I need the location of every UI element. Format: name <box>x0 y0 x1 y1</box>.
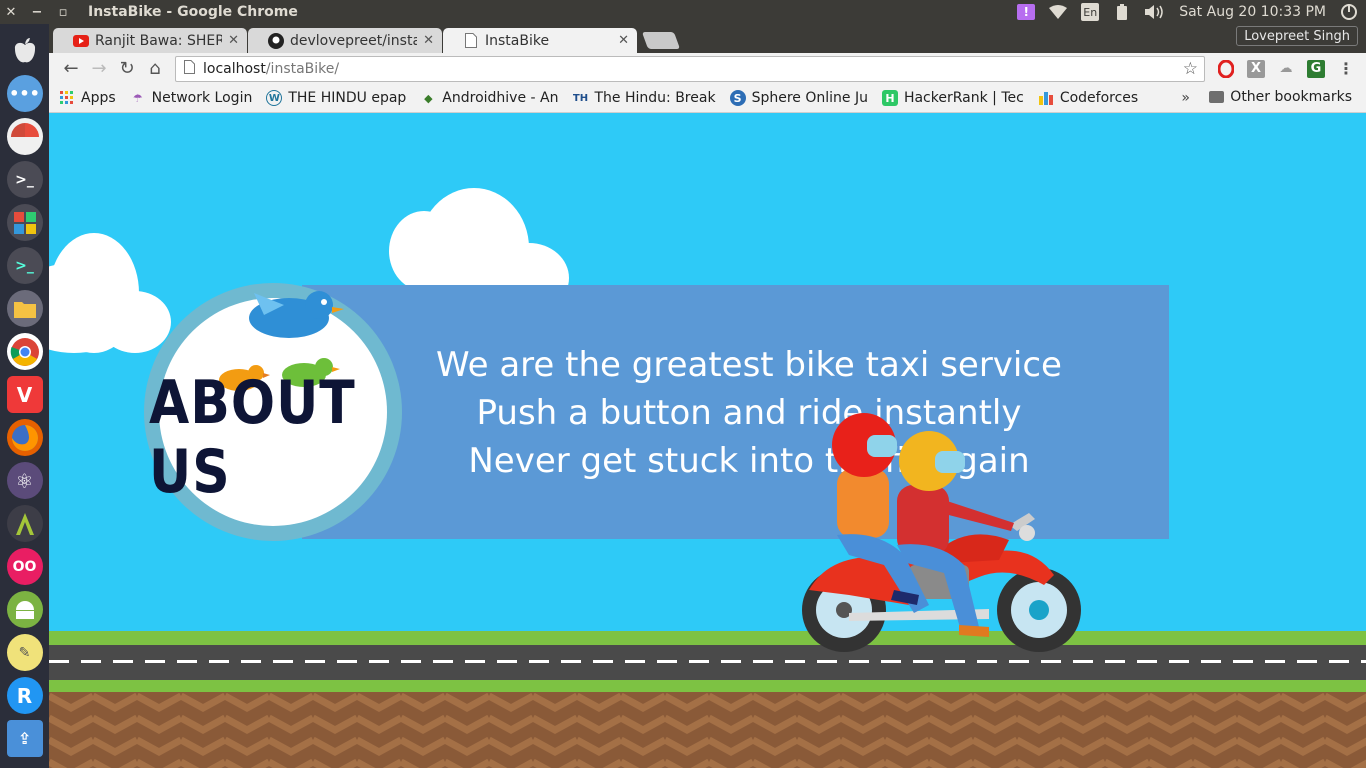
page-info-icon[interactable] <box>184 59 195 78</box>
apps-grid-icon <box>59 90 75 106</box>
bookmark-the-hindu-epaper[interactable]: W THE HINDU epap <box>266 90 406 106</box>
address-bar[interactable]: localhost/instaBike/ ☆ <box>175 55 1205 82</box>
url-path: /instaBike/ <box>265 60 340 77</box>
uploader-icon[interactable]: ⇪ <box>6 720 43 757</box>
tab-github[interactable]: devlovepreet/insta ✕ <box>248 28 442 53</box>
minimize-window-icon[interactable]: − <box>26 5 48 20</box>
keyboard-language-indicator[interactable]: En <box>1081 3 1100 21</box>
opera-extension-icon[interactable] <box>1215 58 1237 80</box>
about-line: We are the greatest bike taxi service <box>436 345 1062 385</box>
notes-icon[interactable]: ✎ <box>6 634 43 671</box>
spoj-icon: S <box>729 90 746 106</box>
files-icon[interactable] <box>6 290 43 327</box>
tab-instabike[interactable]: InstaBike ✕ <box>443 28 637 53</box>
maximize-window-icon[interactable]: ▫ <box>52 5 74 20</box>
volume-icon[interactable] <box>1145 3 1165 21</box>
android-sdk-icon[interactable] <box>6 591 43 628</box>
bookmark-label: Androidhive - An <box>442 90 559 106</box>
battery-icon[interactable] <box>1113 3 1131 21</box>
disk-usage-icon[interactable] <box>6 118 43 155</box>
bookmark-label: Network Login <box>151 90 253 106</box>
wordpress-icon: W <box>266 90 283 106</box>
bookmark-label: Codeforces <box>1059 90 1139 106</box>
androidhive-icon: ◆ <box>424 91 433 105</box>
bookmark-star-icon[interactable]: ☆ <box>1183 59 1198 79</box>
tab-label: devlovepreet/insta <box>290 32 418 49</box>
software-center-icon[interactable] <box>6 204 43 241</box>
bookmark-label: Sphere Online Ju <box>751 90 868 106</box>
system-top-bar: ✕ − ▫ InstaBike - Google Chrome ! En Sat… <box>0 0 1366 24</box>
close-tab-icon[interactable]: ✕ <box>423 33 434 48</box>
bookmark-label: THE HINDU epap <box>288 90 407 106</box>
page-icon <box>463 33 479 49</box>
wifi-icon[interactable] <box>1049 3 1068 21</box>
forward-arrow-icon[interactable]: → <box>85 56 113 82</box>
tab-label: Ranjit Bawa: SHER <box>95 32 223 49</box>
tab-strip: Ranjit Bawa: SHER ✕ devlovepreet/insta ✕… <box>49 24 1366 53</box>
github-icon <box>268 32 284 49</box>
atom-icon[interactable]: ⚛ <box>6 462 43 499</box>
about-us-heading: ABOUT US <box>149 369 356 507</box>
bookmark-label: HackerRank | Tec <box>903 90 1024 106</box>
android-studio-icon[interactable] <box>6 505 43 542</box>
other-bookmarks-folder[interactable]: Other bookmarks <box>1209 89 1352 105</box>
chrome-icon[interactable] <box>6 333 43 370</box>
record-app-icon[interactable]: OO <box>6 548 43 585</box>
terminal-icon[interactable]: >_ <box>6 161 43 198</box>
back-arrow-icon[interactable]: ← <box>57 56 85 82</box>
dirt-ground <box>49 692 1366 768</box>
hackerrank-icon: H <box>881 90 898 106</box>
umbrella-icon: ☂ <box>132 91 143 105</box>
bike-riders-illustration <box>802 413 1081 652</box>
home-icon[interactable]: ⌂ <box>141 56 169 82</box>
tab-label: InstaBike <box>485 32 550 49</box>
browser-toolbar: ← → ↻ ⌂ localhost/instaBike/ ☆ X ☁ G ⋮ <box>49 53 1366 84</box>
x-extension-icon[interactable]: X <box>1247 59 1265 78</box>
dash-home-icon[interactable]: ••• <box>6 75 43 112</box>
the-hindu-icon: TH <box>572 92 589 104</box>
vivaldi-icon[interactable]: V <box>6 376 43 413</box>
folder-icon <box>1209 91 1225 103</box>
unity-launcher: ••• >_ >_ V ⚛ OO ✎ R ⇪ <box>0 24 49 768</box>
close-tab-icon[interactable]: ✕ <box>228 33 239 48</box>
profile-button[interactable]: Lovepreet Singh <box>1236 26 1358 46</box>
browser-window: Ranjit Bawa: SHER ✕ devlovepreet/insta ✕… <box>49 24 1366 113</box>
new-tab-button[interactable] <box>641 32 681 49</box>
bookmark-apps[interactable]: Apps <box>59 90 116 106</box>
instabike-page: ABOUT US We are the greatest bike taxi s… <box>49 113 1366 768</box>
update-notification-icon[interactable]: ! <box>1017 4 1036 20</box>
reload-icon[interactable]: ↻ <box>113 56 141 82</box>
grass-strip-lower <box>49 680 1366 692</box>
youtube-icon <box>73 33 89 49</box>
tab-youtube[interactable]: Ranjit Bawa: SHER ✕ <box>53 28 247 53</box>
road-lane-markings <box>49 660 1366 663</box>
bookmark-label: Apps <box>81 90 116 106</box>
bookmark-androidhive[interactable]: ◆ Androidhive - An <box>420 90 558 106</box>
refresh-app-icon[interactable]: R <box>6 677 43 714</box>
more-bookmarks-chevron-icon[interactable]: » <box>1181 90 1190 106</box>
bookmark-the-hindu[interactable]: TH The Hindu: Break <box>573 90 716 106</box>
power-settings-icon[interactable] <box>1340 3 1358 21</box>
window-title: InstaBike - Google Chrome <box>88 4 298 20</box>
codeforces-icon <box>1038 90 1054 106</box>
clock[interactable]: Sat Aug 20 10:33 PM <box>1179 4 1326 20</box>
bookmarks-bar: Apps ☂ Network Login W THE HINDU epap ◆ … <box>49 84 1366 113</box>
grammarly-extension-icon[interactable]: G <box>1307 59 1325 78</box>
bookmark-codeforces[interactable]: Codeforces <box>1038 90 1138 106</box>
other-bookmarks-label: Other bookmarks <box>1230 89 1352 105</box>
bookmark-label: The Hindu: Break <box>594 90 716 106</box>
close-window-icon[interactable]: ✕ <box>0 5 22 20</box>
grass-strip <box>49 631 1366 645</box>
apple-icon[interactable] <box>7 32 43 69</box>
cloud-extension-icon[interactable]: ☁ <box>1275 58 1297 80</box>
close-tab-icon[interactable]: ✕ <box>618 33 629 48</box>
bookmark-spoj[interactable]: S Sphere Online Ju <box>729 90 868 106</box>
url-host: localhost <box>203 60 266 77</box>
bookmark-hackerrank[interactable]: H HackerRank | Tec <box>881 90 1024 106</box>
chrome-menu-icon[interactable]: ⋮ <box>1335 58 1357 80</box>
bookmark-network-login[interactable]: ☂ Network Login <box>130 90 253 106</box>
code-terminal-icon[interactable]: >_ <box>6 247 43 284</box>
firefox-icon[interactable] <box>6 419 43 456</box>
